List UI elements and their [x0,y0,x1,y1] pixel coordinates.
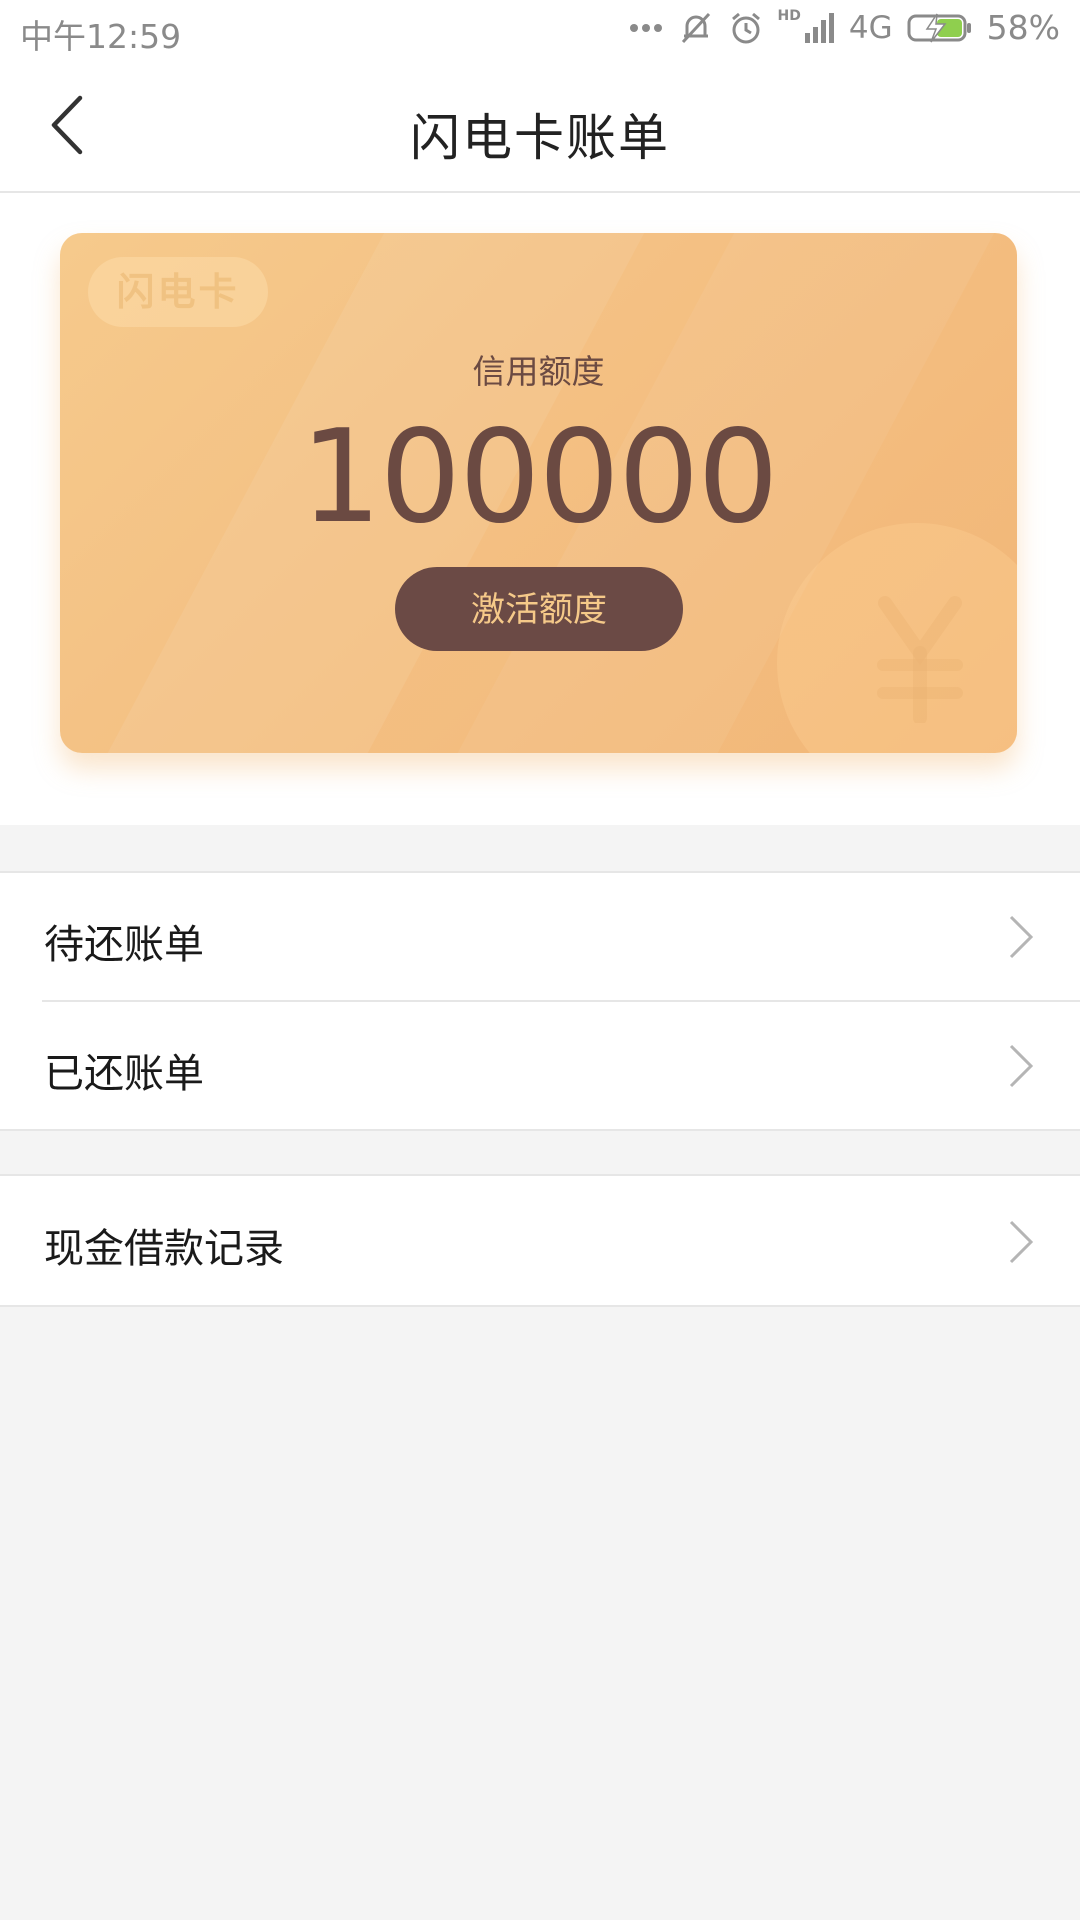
credit-limit-label: 信用额度 [472,352,605,391]
network-type: 4G [848,9,893,46]
list-item-label: 已还账单 [44,1051,204,1097]
card-brand-tag: 闪电卡 [88,257,268,327]
list-item-cash-loan-records[interactable]: 现金借款记录 [0,1176,1080,1305]
list-item-paid-bills[interactable]: 已还账单 [0,1002,1080,1129]
chevron-right-icon [1009,915,1034,959]
page-title: 闪电卡账单 [410,109,670,167]
status-time: 中午12:59 [20,17,182,56]
yen-icon [877,596,963,723]
hd-label: HD [777,7,801,24]
status-bar: 中午12:59 HD 4G 58% [0,0,1080,60]
battery-percent: 58% [986,8,1060,47]
list-item-label: 待还账单 [44,922,204,968]
battery-charging-icon [907,13,971,42]
top-nav-bar: 闪电卡账单 [0,60,1080,193]
chevron-right-icon [1009,1220,1034,1264]
alarm-icon [731,12,760,43]
loans-list: 现金借款记录 [0,1174,1080,1307]
list-item-label: 现金借款记录 [44,1226,284,1272]
credit-limit-amount: 100000 [300,403,779,552]
activate-credit-button[interactable]: 激活额度 [395,567,683,651]
more-dots-icon [629,23,662,32]
status-icons: HD 4G 58% [628,8,1060,47]
card-section: 闪电卡 信用额度 100000 激活额度 [0,193,1080,825]
list-item-pending-bills[interactable]: 待还账单 [0,873,1080,1000]
mute-bell-icon [681,12,710,43]
chevron-right-icon [1009,1044,1034,1088]
signal-icon [804,12,834,43]
credit-card: 闪电卡 信用额度 100000 激活额度 [60,233,1017,753]
bills-list: 待还账单 已还账单 [0,871,1080,1131]
